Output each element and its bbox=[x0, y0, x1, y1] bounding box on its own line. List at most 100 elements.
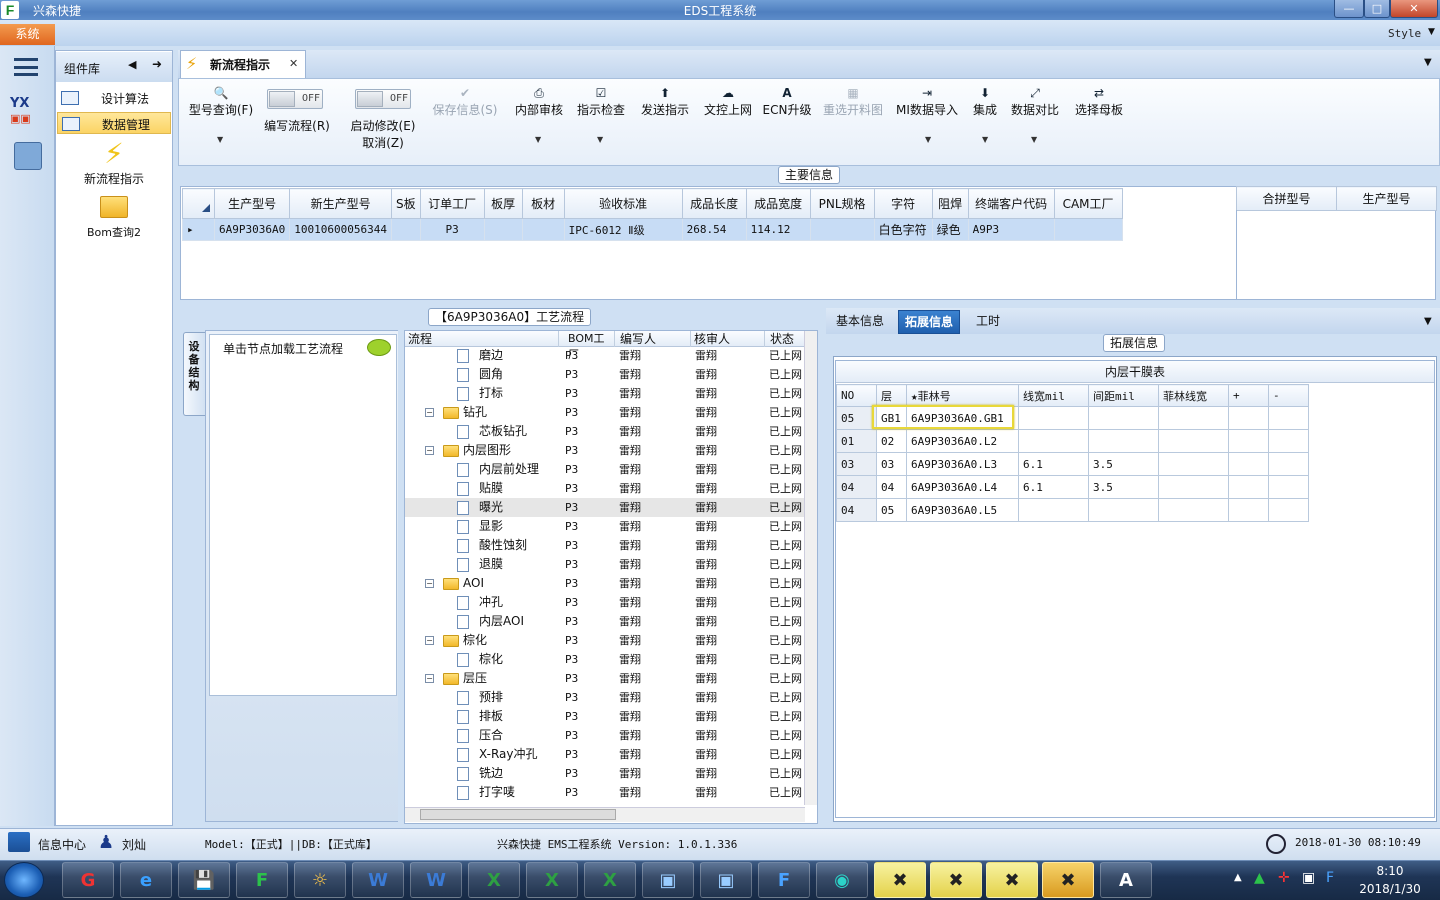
table-cell[interactable] bbox=[1158, 452, 1229, 476]
table-cell[interactable]: 绿色 bbox=[931, 218, 969, 241]
taskbar-ie-icon[interactable]: e bbox=[120, 862, 172, 898]
table-cell[interactable] bbox=[1053, 218, 1123, 241]
table-row[interactable]: 04 05 6A9P3036A0.L5 bbox=[836, 498, 1309, 522]
minimize-button[interactable]: — bbox=[1334, 0, 1364, 18]
table-cell[interactable] bbox=[1228, 452, 1269, 476]
tray-app-icon[interactable]: F bbox=[1326, 870, 1334, 886]
table-row[interactable]: 04 04 6A9P3036A0.L4 6.1 3.5 bbox=[836, 475, 1309, 499]
reselect-cutting-button[interactable]: ▦ 重选开料图 bbox=[819, 85, 887, 118]
table-cell[interactable] bbox=[1228, 498, 1269, 522]
table-cell[interactable]: 03 bbox=[876, 452, 907, 476]
table-cell[interactable] bbox=[1228, 429, 1269, 453]
table-cell[interactable] bbox=[1088, 406, 1159, 430]
hamburger-menu-icon[interactable] bbox=[14, 58, 38, 76]
table-cell[interactable]: 3.5 bbox=[1088, 452, 1159, 476]
tree-row[interactable]: 贴膜 P3 雷翔 雷翔 已上网 bbox=[405, 479, 805, 498]
taskbar-save-icon[interactable]: 💾 bbox=[178, 862, 230, 898]
table-cell[interactable]: 10010600056344 bbox=[289, 218, 392, 241]
tree-row[interactable]: − 内层图形 P3 雷翔 雷翔 已上网 bbox=[405, 441, 805, 460]
taskbar-word-icon[interactable]: W bbox=[410, 862, 462, 898]
write-process-toggle[interactable]: OFF bbox=[267, 89, 323, 109]
table-cell[interactable]: 04 bbox=[876, 475, 907, 499]
column-header[interactable]: CAM工厂 bbox=[1053, 188, 1123, 219]
tray-monitor-icon[interactable]: ▣ bbox=[1302, 870, 1315, 886]
table-cell[interactable]: IPC-6012 Ⅱ级 bbox=[563, 218, 683, 241]
ecn-upgrade-button[interactable]: A ECN升级 bbox=[761, 85, 813, 118]
column-header[interactable]: ★菲林号 bbox=[906, 384, 1019, 407]
column-header[interactable]: 成品宽度 bbox=[745, 188, 811, 219]
taskbar-screen-icon[interactable]: ▣ bbox=[642, 862, 694, 898]
tree-row[interactable]: 显影 P3 雷翔 雷翔 已上网 bbox=[405, 517, 805, 536]
tree-row[interactable]: 内层前处理 P3 雷翔 雷翔 已上网 bbox=[405, 460, 805, 479]
tree-row[interactable]: − 钻孔 P3 雷翔 雷翔 已上网 bbox=[405, 403, 805, 422]
tree-row[interactable]: 内层AOI P3 雷翔 雷翔 已上网 bbox=[405, 612, 805, 631]
table-cell[interactable] bbox=[1018, 498, 1089, 522]
info-center-link[interactable]: 信息中心 bbox=[38, 836, 86, 853]
table-cell[interactable]: 6A9P3036A0 bbox=[213, 218, 291, 241]
table-row[interactable]: 01 02 6A9P3036A0.L2 bbox=[836, 429, 1309, 453]
table-cell[interactable] bbox=[1158, 406, 1229, 430]
column-header[interactable]: 板厚 bbox=[483, 188, 523, 219]
table-cell[interactable] bbox=[1268, 475, 1309, 499]
tab-work-hours[interactable]: 工时 bbox=[970, 310, 1006, 334]
table-cell[interactable]: A9P3 bbox=[967, 218, 1055, 241]
column-header[interactable]: 间距mil bbox=[1088, 384, 1159, 407]
tray-alert-icon[interactable]: ✛ bbox=[1278, 870, 1290, 886]
table-cell[interactable]: 6A9P3036A0.L5 bbox=[906, 498, 1019, 522]
column-header[interactable]: 合拼型号 bbox=[1236, 186, 1337, 211]
table-cell[interactable]: 白色字符 bbox=[873, 218, 933, 241]
start-modify-toggle[interactable]: OFF bbox=[355, 89, 411, 109]
calculator-icon[interactable] bbox=[14, 142, 42, 170]
tree-row[interactable]: X-Ray冲孔 P3 雷翔 雷翔 已上网 bbox=[405, 745, 805, 764]
column-header[interactable]: 验收标准 bbox=[563, 188, 683, 219]
table-cell[interactable] bbox=[1268, 406, 1309, 430]
dropdown-caret-icon[interactable]: ▼ bbox=[1031, 135, 1037, 144]
device-tree-area[interactable] bbox=[209, 334, 397, 696]
taskbar-app-x-active-icon[interactable]: ✖ bbox=[1042, 862, 1094, 898]
table-cell[interactable] bbox=[1268, 498, 1309, 522]
tray-network-icon[interactable]: ▲ bbox=[1254, 870, 1265, 886]
component-item-design-algorithm[interactable]: 设计算法 bbox=[57, 87, 171, 109]
tree-row[interactable]: 圆角 P3 雷翔 雷翔 已上网 bbox=[405, 365, 805, 384]
send-instruction-button[interactable]: ⬆ 发送指示 bbox=[637, 85, 693, 118]
dock-icon[interactable]: ➜ bbox=[152, 57, 162, 71]
column-header[interactable]: - bbox=[1268, 384, 1309, 407]
table-cell[interactable]: 114.12 bbox=[745, 218, 811, 241]
table-cell[interactable]: 6A9P3036A0.L3 bbox=[906, 452, 1019, 476]
internal-review-button[interactable]: ⎙ 内部审核 bbox=[511, 85, 567, 118]
column-header[interactable]: BOM工厂 bbox=[565, 331, 615, 361]
vertical-splitter-right[interactable] bbox=[820, 330, 825, 824]
table-row[interactable]: 03 03 6A9P3036A0.L3 6.1 3.5 bbox=[836, 452, 1309, 476]
table-cell[interactable]: 6.1 bbox=[1018, 475, 1089, 499]
table-cell[interactable]: 3.5 bbox=[1088, 475, 1159, 499]
style-dropdown-icon[interactable]: ▼ bbox=[1428, 27, 1435, 37]
data-compare-button[interactable]: ⤢ 数据对比 bbox=[1009, 85, 1061, 118]
column-header[interactable]: 新生产型号 bbox=[289, 188, 392, 219]
tree-row[interactable]: 打标 P3 雷翔 雷翔 已上网 bbox=[405, 384, 805, 403]
table-cell[interactable]: 6A9P3036A0.L2 bbox=[906, 429, 1019, 453]
column-header[interactable]: 板材 bbox=[521, 188, 565, 219]
table-cell[interactable] bbox=[521, 218, 565, 241]
tree-row[interactable]: 曝光 P3 雷翔 雷翔 已上网 bbox=[405, 498, 805, 517]
taskbar-excel-icon[interactable]: X bbox=[468, 862, 520, 898]
system-menu[interactable]: 系统 bbox=[0, 24, 55, 45]
tree-row[interactable]: 排板 P3 雷翔 雷翔 已上网 bbox=[405, 707, 805, 726]
table-cell[interactable] bbox=[1158, 498, 1229, 522]
tree-row[interactable]: − 棕化 P3 雷翔 雷翔 已上网 bbox=[405, 631, 805, 650]
column-header[interactable]: S板 bbox=[390, 188, 421, 219]
column-header[interactable]: 线宽mil bbox=[1018, 384, 1089, 407]
select-mother-board-button[interactable]: ⇄ 选择母板 bbox=[1071, 85, 1127, 118]
dropdown-caret-icon[interactable]: ▼ bbox=[535, 135, 541, 144]
right-panel-menu-icon[interactable]: ▼ bbox=[1424, 316, 1432, 327]
dropdown-caret-icon[interactable]: ▼ bbox=[597, 135, 603, 144]
style-label[interactable]: Style bbox=[1388, 27, 1421, 40]
process-tree-vertical-scrollbar[interactable] bbox=[804, 331, 817, 805]
tree-row[interactable]: 退膜 P3 雷翔 雷翔 已上网 bbox=[405, 555, 805, 574]
row-header-corner[interactable] bbox=[182, 188, 215, 219]
tree-collapse-icon[interactable]: − bbox=[425, 636, 434, 645]
table-cell[interactable] bbox=[1088, 429, 1159, 453]
table-cell[interactable]: 04 bbox=[836, 475, 877, 499]
tree-row[interactable]: 压合 P3 雷翔 雷翔 已上网 bbox=[405, 726, 805, 745]
scrollbar-thumb[interactable] bbox=[420, 809, 616, 820]
table-cell[interactable]: P3 bbox=[419, 218, 485, 241]
